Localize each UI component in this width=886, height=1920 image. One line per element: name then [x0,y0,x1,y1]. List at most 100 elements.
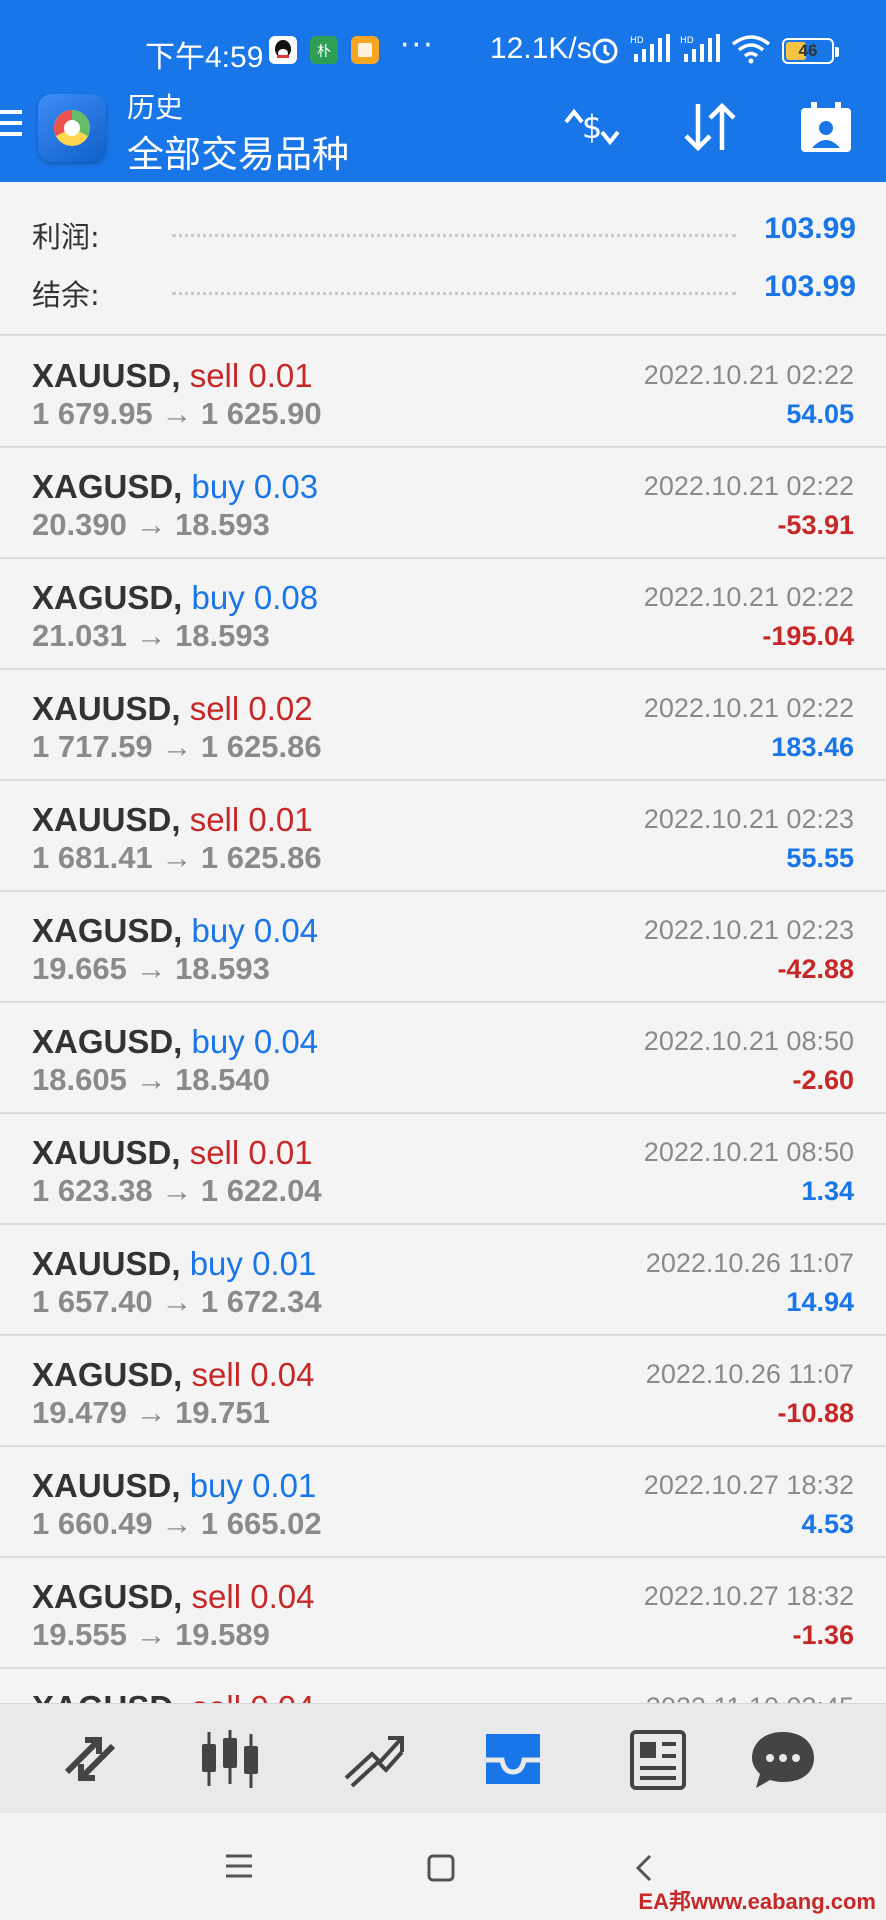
symbol-name: XAGUSD, [32,1023,183,1060]
calendar-icon[interactable] [798,100,854,158]
trade-symbol: XAUUSD, sell 0.01 [32,357,313,395]
network-speed: 12.1K/s [490,32,592,65]
close-price: 19.589 [175,1617,270,1652]
close-price: 18.593 [175,951,270,986]
trade-direction: buy 0.04 [191,912,319,949]
trade-row[interactable]: XAGUSD, buy 0.04 19.665 → 18.593 2022.10.2… [0,892,886,1003]
menu-button[interactable] [0,110,22,144]
notes-icon [351,36,379,64]
trade-date: 2022.10.27 18:32 [643,1470,854,1500]
trade-direction: buy 0.03 [191,468,319,505]
close-price: 1 625.90 [200,396,322,431]
symbol-filter-label[interactable]: 全部交易品种 [127,124,349,178]
close-price: 1 622.04 [200,1173,322,1208]
trade-symbol: XAGUSD, sell 0.04 [32,1356,314,1394]
account-summary: 利润: 103.99 结余: 103.99 [0,182,886,336]
open-price: 19.555 [32,1617,127,1652]
trade-row[interactable]: XAUUSD, buy 0.01 1 657.40 → 1 672.34 2022.… [0,1225,886,1336]
trade-symbol: XAUUSD, sell 0.01 [32,801,313,839]
trade-profit: 14.94 [786,1287,854,1317]
trade-profit: -195.04 [762,621,854,651]
home-icon[interactable] [426,1853,456,1887]
profit-label: 利润: [32,220,100,254]
wifi-icon [730,34,772,68]
trade-row[interactable]: XAUUSD, sell 0.02 1 717.59 → 1 625.86 2022… [0,670,886,781]
trade-symbol: XAGUSD, buy 0.04 [32,912,318,950]
trade-row[interactable]: XAUUSD, sell 0.01 1 679.95 → 1 625.90 2022… [0,337,886,448]
trade-direction: sell 0.02 [189,690,313,727]
trade-row[interactable]: XAGUSD, sell 0.04 19.555 → 19.589 2022.10.… [0,1558,886,1669]
trade-date: 2022.10.21 02:22 [643,471,854,501]
close-price: 1 625.86 [200,840,322,875]
profit-value: 103.99 [764,212,856,245]
trade-row[interactable]: XAGUSD, sell 0.04 19.479 → 19.751 2022.10.… [0,1336,886,1447]
trade-profit: -1.36 [792,1620,854,1650]
trade-date: 2022.10.21 08:50 [643,1137,854,1167]
arrow-icon: → [126,951,176,986]
status-time: 下午4:59 [145,41,264,74]
close-price: 19.751 [175,1395,270,1430]
arrow-icon: → [152,840,201,875]
trade-date: 2022.10.27 18:32 [643,1581,854,1611]
chart-icon[interactable] [195,1726,265,1792]
history-icon[interactable] [478,1726,548,1792]
trade-history-list[interactable]: XAUUSD, sell 0.01 1 679.95 → 1 625.90 2022… [0,337,886,1703]
trade-direction: buy 0.08 [191,579,319,616]
svg-text:朴: 朴 [317,44,331,60]
trade-prices: 1 623.38 → 1 622.04 [32,1173,322,1209]
trade-direction: buy 0.01 [189,1467,317,1504]
more-notifications-icon: ··· [400,28,435,63]
news-icon[interactable] [622,1726,692,1792]
arrow-icon: → [126,618,176,653]
trade-profit: 183.46 [771,732,854,762]
arrow-icon: → [126,507,176,542]
symbol-name: XAGUSD, [32,468,183,505]
close-price: 18.593 [175,507,270,542]
trade-profit: -42.88 [777,954,854,984]
trade-row[interactable]: XAGUSD, sell 0.04 2022.11.10 03:45 [0,1669,886,1703]
trade-date: 2022.10.21 02:23 [643,915,854,945]
sort-icon[interactable] [678,100,742,158]
symbol-name: XAUUSD, [32,1245,181,1282]
trade-symbol: XAGUSD, buy 0.04 [32,1023,318,1061]
open-price: 20.390 [32,507,127,542]
trade-date: 2022.10.21 02:23 [643,804,854,834]
trade-date: 2022.10.21 02:22 [643,693,854,723]
quotes-icon[interactable] [55,1726,125,1792]
trade-prices: 19.555 → 19.589 [32,1617,270,1653]
trade-direction: sell 0.04 [191,1356,315,1393]
trade-row[interactable]: XAUUSD, buy 0.01 1 660.49 → 1 665.02 2022.… [0,1447,886,1558]
trade-icon[interactable] [338,1726,408,1792]
open-price: 1 623.38 [32,1173,153,1208]
battery-icon: 46 [782,38,839,64]
trade-row[interactable]: XAGUSD, buy 0.08 21.031 → 18.593 2022.10.2… [0,559,886,670]
trade-row[interactable]: XAGUSD, buy 0.03 20.390 → 18.593 2022.10.2… [0,448,886,559]
menu-icon[interactable] [224,1853,254,1883]
trade-direction: sell 0.01 [189,357,313,394]
symbol-name: XAGUSD, [32,579,183,616]
metatrader-logo-icon [38,94,106,162]
messages-icon[interactable] [748,1726,818,1792]
trade-row[interactable]: XAGUSD, buy 0.04 18.605 → 18.540 2022.10.2… [0,1003,886,1114]
signal-hd-icon: HD [630,34,674,68]
trade-row[interactable]: XAUUSD, sell 0.01 1 681.41 → 1 625.86 2022… [0,781,886,892]
trade-symbol: XAUUSD, sell 0.02 [32,690,313,728]
trade-date: 2022.10.21 02:22 [643,582,854,612]
open-price: 1 660.49 [32,1506,153,1541]
dotted-leader [172,234,736,237]
trade-prices: 1 717.59 → 1 625.86 [32,729,322,765]
close-price: 1 672.34 [200,1284,322,1319]
symbol-name: XAGUSD, [32,912,183,949]
trade-prices: 1 681.41 → 1 625.86 [32,840,322,876]
back-icon[interactable] [634,1853,654,1887]
balance-label: 结余: [32,278,100,312]
trade-row[interactable]: XAUUSD, sell 0.01 1 623.38 → 1 622.04 2022… [0,1114,886,1225]
svg-text:$: $ [582,108,602,146]
trade-prices: 19.479 → 19.751 [32,1395,270,1431]
signal-hd-icon: HD [680,34,724,68]
currency-exchange-icon[interactable]: $ [560,100,624,158]
profit-row: 利润: 103.99 [32,208,856,258]
svg-text:HD: HD [630,36,644,46]
trade-date: 2022.10.26 11:07 [645,1359,854,1389]
watermark: EA邦www.eabang.com [638,1889,876,1914]
